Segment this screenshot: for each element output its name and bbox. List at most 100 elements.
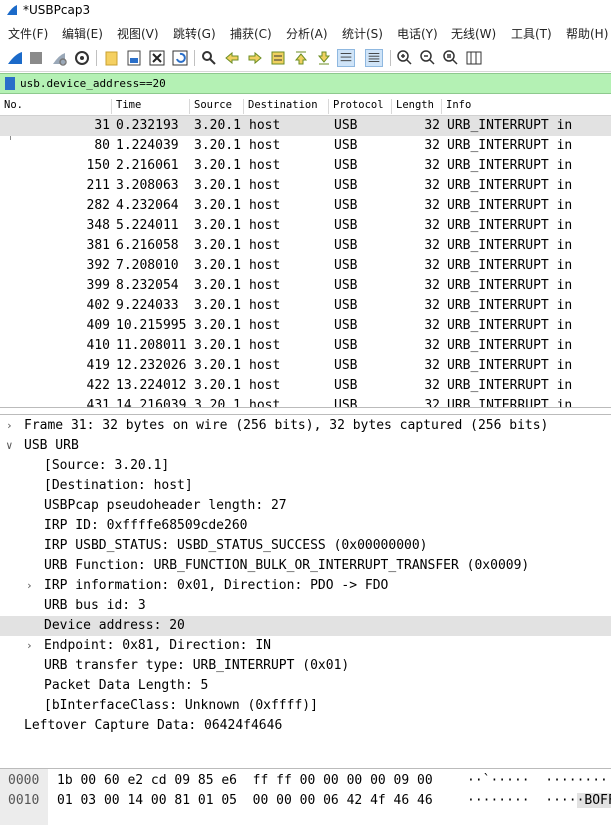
expanded-chevron-icon[interactable]: ∨ [6,439,13,452]
column-header-info[interactable]: Info [442,99,611,114]
bookmark-filter-icon[interactable] [5,77,15,90]
collapsed-chevron-icon[interactable]: › [26,639,33,652]
detail-text: URB transfer type: URB_INTERRUPT (0x01) [44,658,350,673]
menu-analyze[interactable]: 分析(A) [286,25,328,42]
column-header-source[interactable]: Source [190,99,244,114]
packet-cell-info: URB_INTERRUPT in [447,298,573,313]
packet-row[interactable]: 282 4.232064 3.20.1 host USB 32 URB_INTERRUPT … [0,196,611,216]
detail-row[interactable]: › IRP information: 0x01, Direction: PDO -… [0,576,611,596]
forward-arrow-icon[interactable] [246,49,264,67]
zoom-normal-icon[interactable] [442,49,460,67]
menu-telephony[interactable]: 电话(Y) [397,25,438,42]
column-header-protocol[interactable]: Protocol [329,99,392,114]
packet-row[interactable]: 402 9.224033 3.20.1 host USB 32 URB_INTERRUPT … [0,296,611,316]
packet-row[interactable]: 211 3.208063 3.20.1 host USB 32 URB_INTERRUPT … [0,176,611,196]
packet-row[interactable]: 431 14.216039 3.20.1 host USB 32 URB_INTERRUPT… [0,396,611,407]
last-packet-icon[interactable] [315,49,333,67]
detail-row[interactable]: Device address: 20 [0,616,611,636]
bytes-ascii[interactable]: ········ ·····BOFF [467,793,611,808]
detail-row[interactable]: IRP USBD_STATUS: USBD_STATUS_SUCCESS (0x… [0,536,611,556]
menu-view[interactable]: 视图(V) [117,25,159,42]
zoom-in-icon[interactable] [396,49,414,67]
detail-row[interactable]: Packet Data Length: 5 [0,676,611,696]
column-header-no[interactable]: No. [0,99,112,114]
menu-go[interactable]: 跳转(G) [173,25,216,42]
main-toolbar [0,45,611,72]
packet-row[interactable]: 399 8.232054 3.20.1 host USB 32 URB_INTERRUPT … [0,276,611,296]
detail-text: URB Function: URB_FUNCTION_BULK_OR_INTER… [44,558,530,573]
menu-file[interactable]: 文件(F) [8,25,48,42]
open-folder-icon[interactable] [103,49,121,67]
resize-columns-icon[interactable] [465,49,483,67]
goto-packet-icon[interactable] [269,49,287,67]
packet-row[interactable]: 422 13.224012 3.20.1 host USB 32 URB_INTERRUPT… [0,376,611,396]
detail-row[interactable]: URB transfer type: URB_INTERRUPT (0x01) [0,656,611,676]
bytes-hex[interactable]: 01 03 00 14 00 81 01 05 00 00 00 06 42 4… [57,793,433,808]
packet-row[interactable]: 410 11.208011 3.20.1 host USB 32 URB_INTERRUPT… [0,336,611,356]
menu-statistics[interactable]: 统计(S) [342,25,383,42]
packet-row[interactable]: 80 1.224039 3.20.1 host USB 32 URB_INTERRUPT i… [0,136,611,156]
detail-row[interactable]: › Frame 31: 32 bytes on wire (256 bits), … [0,416,611,436]
colorize-icon[interactable] [365,49,383,67]
packet-row[interactable]: 392 7.208010 3.20.1 host USB 32 URB_INTERRUPT … [0,256,611,276]
column-header-time[interactable]: Time [112,99,190,114]
bytes-offset: 0000 [8,773,40,788]
shark-fin-start-icon[interactable] [6,49,24,67]
packet-cell-length: 32 [424,298,440,313]
column-header-destination[interactable]: Destination [244,99,329,114]
zoom-out-icon[interactable] [419,49,437,67]
detail-row[interactable]: Leftover Capture Data: 06424f4646 [0,716,611,736]
column-header-length[interactable]: Length [392,99,442,114]
packet-cell-length: 32 [424,258,440,273]
close-file-icon[interactable] [148,49,166,67]
options-gear-icon[interactable] [73,49,91,67]
detail-row[interactable]: IRP ID: 0xffffe68509cde260 [0,516,611,536]
packet-row[interactable]: 150 2.216061 3.20.1 host USB 32 URB_INTERRUPT … [0,156,611,176]
bytes-hex[interactable]: 1b 00 60 e2 cd 09 85 e6 ff ff 00 00 00 0… [57,773,433,788]
packet-cell-length: 32 [424,318,440,333]
stop-icon[interactable] [27,49,45,67]
collapsed-chevron-icon[interactable]: › [26,579,33,592]
packet-details-tree: › Frame 31: 32 bytes on wire (256 bits), … [0,414,611,767]
save-icon[interactable] [125,49,143,67]
menu-help[interactable]: 帮助(H) [566,25,608,42]
bytes-ascii[interactable]: ··`····· ········ [467,773,608,788]
detail-row[interactable]: USBPcap pseudoheader length: 27 [0,496,611,516]
bytes-ascii-highlight: ·BOFF [576,793,611,808]
collapsed-chevron-icon[interactable]: › [6,419,13,432]
menu-wireless[interactable]: 无线(W) [451,25,496,42]
find-icon[interactable] [200,49,218,67]
packet-row[interactable]: 409 10.215995 3.20.1 host USB 32 URB_INTERRUPT… [0,316,611,336]
back-arrow-icon[interactable] [223,49,241,67]
detail-row[interactable]: [Destination: host] [0,476,611,496]
bytes-row[interactable]: 0000 1b 00 60 e2 cd 09 85 e6 ff ff 00 00… [0,771,611,791]
reload-icon[interactable] [171,49,189,67]
detail-row[interactable]: URB Function: URB_FUNCTION_BULK_OR_INTER… [0,556,611,576]
menu-tools[interactable]: 工具(T) [511,25,552,42]
packet-bytes-pane: 0000 1b 00 60 e2 cd 09 85 e6 ff ff 00 00… [0,768,611,825]
detail-row[interactable]: › Endpoint: 0x81, Direction: IN [0,636,611,656]
detail-row[interactable]: [Source: 3.20.1] [0,456,611,476]
toolbar-separator [390,50,391,66]
packet-row[interactable]: 381 6.216058 3.20.1 host USB 32 URB_INTERRUPT … [0,236,611,256]
packet-row[interactable]: 348 5.224011 3.20.1 host USB 32 URB_INTERRUPT … [0,216,611,236]
bytes-row[interactable]: 0010 01 03 00 14 00 81 01 05 00 00 00 06… [0,791,611,811]
display-filter-input[interactable] [20,75,600,92]
menu-edit[interactable]: 编辑(E) [62,25,103,42]
packet-cell-info: URB_INTERRUPT in [447,318,573,333]
menu-capture[interactable]: 捕获(C) [230,25,272,42]
packet-row[interactable]: 419 12.232026 3.20.1 host USB 32 URB_INTERRUPT… [0,356,611,376]
first-packet-icon[interactable] [292,49,310,67]
detail-row[interactable]: ∨ USB URB [0,436,611,456]
packet-cell-info: URB_INTERRUPT in [447,158,573,173]
restart-icon[interactable] [50,49,68,67]
detail-text: [Destination: host] [44,478,193,493]
detail-text: Frame 31: 32 bytes on wire (256 bits), 3… [24,418,549,433]
detail-text: IRP information: 0x01, Direction: PDO ->… [44,578,389,593]
packet-cell-length: 32 [424,118,440,133]
detail-row[interactable]: [bInterfaceClass: Unknown (0xffff)] [0,696,611,716]
packet-row[interactable]: 31 0.232193 3.20.1 host USB 32 URB_INTERRUPT i… [0,116,611,136]
wireshark-logo-icon [7,5,17,15]
detail-row[interactable]: URB bus id: 3 [0,596,611,616]
autoscroll-icon[interactable] [337,49,355,67]
